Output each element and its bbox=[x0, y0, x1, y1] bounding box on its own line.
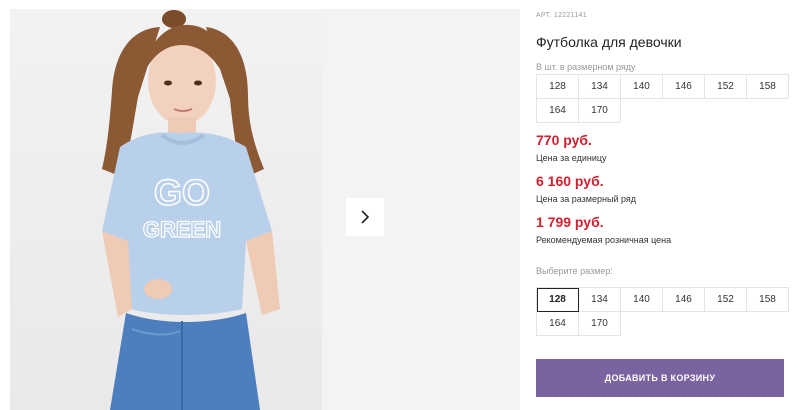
shirt-print-go: GO bbox=[154, 172, 210, 213]
size-row-cell: 134 bbox=[579, 75, 621, 99]
size-selector: 128 134 140 146 152 158 164 170 bbox=[536, 287, 789, 336]
size-option-152[interactable]: 152 bbox=[705, 288, 747, 312]
size-option-146[interactable]: 146 bbox=[663, 288, 705, 312]
shirt-print-green: GREEN bbox=[143, 217, 221, 242]
retail-price: 1 799 руб. bbox=[536, 214, 604, 230]
choose-size-label: Выберите размер: bbox=[536, 266, 613, 276]
size-option-158[interactable]: 158 bbox=[747, 288, 789, 312]
size-row-price-label: Цена за размерный ряд bbox=[536, 194, 637, 204]
size-option-164[interactable]: 164 bbox=[537, 312, 579, 336]
size-row-label: В шт. в размерном ряду bbox=[536, 62, 636, 72]
unit-price-label: Цена за единицу bbox=[536, 153, 607, 163]
size-option-170[interactable]: 170 bbox=[579, 312, 621, 336]
unit-price: 770 руб. bbox=[536, 132, 592, 148]
article-number: АРТ. 12221141 bbox=[536, 12, 587, 19]
chevron-right-icon bbox=[361, 210, 370, 224]
product-photo[interactable]: GO GREEN bbox=[10, 9, 322, 410]
size-row-cell: 164 bbox=[537, 99, 579, 123]
size-row-cell: 158 bbox=[747, 75, 789, 99]
next-image-button[interactable] bbox=[346, 198, 384, 236]
size-option-140[interactable]: 140 bbox=[621, 288, 663, 312]
retail-price-label: Рекомендуемая розничная цена bbox=[536, 235, 672, 245]
girl-in-tshirt-illustration: GO GREEN bbox=[102, 10, 280, 410]
product-title: Футболка для девочки bbox=[536, 34, 682, 50]
size-row-cell: 146 bbox=[663, 75, 705, 99]
size-row-price: 6 160 руб. bbox=[536, 173, 604, 189]
add-to-cart-button[interactable]: ДОБАВИТЬ В КОРЗИНУ bbox=[536, 359, 784, 397]
product-gallery: GO GREEN bbox=[0, 0, 520, 410]
size-option-134[interactable]: 134 bbox=[579, 288, 621, 312]
product-info: АРТ. 12221141 Футболка для девочки В шт.… bbox=[536, 0, 800, 410]
size-row-grid: 128 134 140 146 152 158 164 170 bbox=[536, 74, 789, 123]
size-row-cell: 170 bbox=[579, 99, 621, 123]
size-row-cell: 128 bbox=[537, 75, 579, 99]
size-row-cell: 140 bbox=[621, 75, 663, 99]
size-option-128[interactable]: 128 bbox=[537, 288, 579, 312]
size-row-cell: 152 bbox=[705, 75, 747, 99]
